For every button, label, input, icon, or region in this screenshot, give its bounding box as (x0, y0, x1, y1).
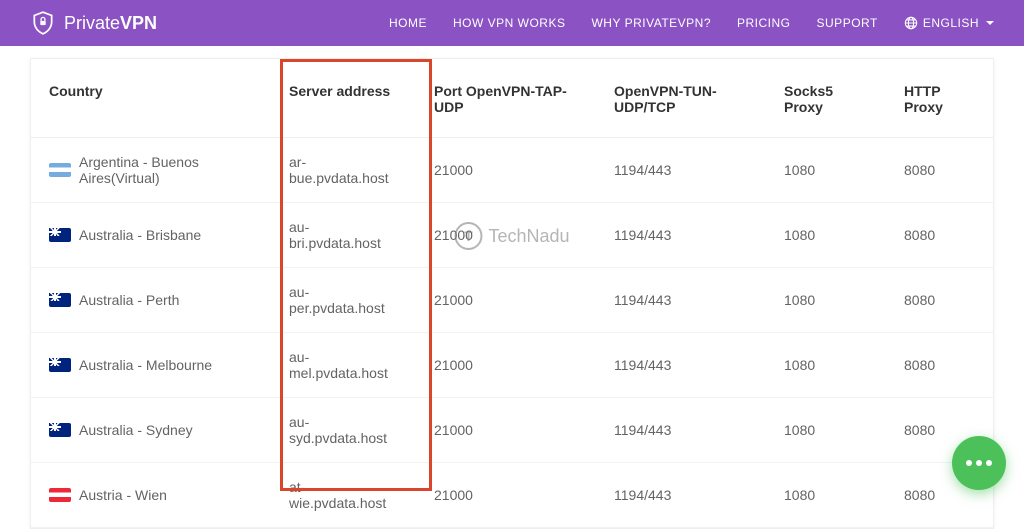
port-tun: 1194/443 (596, 203, 766, 268)
brand-name: PrivateVPN (64, 13, 157, 34)
navbar: PrivateVPN HOME HOW VPN WORKS WHY PRIVAT… (0, 0, 1024, 46)
language-label: ENGLISH (923, 16, 979, 30)
country-cell: Australia - Brisbane (49, 227, 253, 243)
server-address: au-per.pvdata.host (271, 268, 416, 333)
port-tap: 21000 (416, 268, 596, 333)
flag-icon (49, 228, 71, 242)
table-row: Australia - Perth au-per.pvdata.host21000… (31, 268, 993, 333)
flag-icon (49, 163, 71, 177)
header-http: HTTP Proxy (886, 59, 993, 138)
nav-support[interactable]: SUPPORT (817, 16, 878, 30)
http-proxy: 8080 (886, 268, 993, 333)
chevron-down-icon (986, 21, 994, 25)
nav-links: HOME HOW VPN WORKS WHY PRIVATEVPN? PRICI… (389, 16, 994, 30)
globe-icon (904, 16, 918, 30)
header-socks: Socks5 Proxy (766, 59, 886, 138)
flag-icon (49, 358, 71, 372)
server-address: au-bri.pvdata.host (271, 203, 416, 268)
brand-logo[interactable]: PrivateVPN (30, 10, 157, 36)
table-row: Australia - Brisbane au-bri.pvdata.host21… (31, 203, 993, 268)
port-tap: 21000 (416, 463, 596, 528)
nav-how[interactable]: HOW VPN WORKS (453, 16, 566, 30)
server-table-card: Country Server address Port OpenVPN-TAP-… (30, 58, 994, 529)
socks-proxy: 1080 (766, 398, 886, 463)
table-row: Austria - Wien at-wie.pvdata.host21000119… (31, 463, 993, 528)
header-tun: OpenVPN-TUN-UDP/TCP (596, 59, 766, 138)
flag-icon (49, 423, 71, 437)
server-address: au-mel.pvdata.host (271, 333, 416, 398)
http-proxy: 8080 (886, 138, 993, 203)
header-country: Country (31, 59, 271, 138)
socks-proxy: 1080 (766, 463, 886, 528)
country-cell: Argentina - Buenos Aires(Virtual) (49, 154, 253, 186)
port-tun: 1194/443 (596, 398, 766, 463)
nav-pricing[interactable]: PRICING (737, 16, 791, 30)
language-selector[interactable]: ENGLISH (904, 16, 994, 30)
port-tap: 21000 (416, 138, 596, 203)
socks-proxy: 1080 (766, 203, 886, 268)
country-name: Argentina - Buenos Aires(Virtual) (79, 154, 253, 186)
port-tun: 1194/443 (596, 463, 766, 528)
server-address: au-syd.pvdata.host (271, 398, 416, 463)
port-tun: 1194/443 (596, 333, 766, 398)
header-tap: Port OpenVPN-TAP-UDP (416, 59, 596, 138)
nav-home[interactable]: HOME (389, 16, 427, 30)
country-name: Australia - Sydney (79, 422, 193, 438)
port-tun: 1194/443 (596, 268, 766, 333)
port-tap: 21000 (416, 333, 596, 398)
flag-icon (49, 488, 71, 502)
chat-button[interactable] (952, 436, 1006, 490)
table-row: Australia - Sydney au-syd.pvdata.host2100… (31, 398, 993, 463)
country-name: Austria - Wien (79, 487, 167, 503)
nav-why[interactable]: WHY PRIVATEVPN? (591, 16, 711, 30)
country-name: Australia - Brisbane (79, 227, 201, 243)
http-proxy: 8080 (886, 333, 993, 398)
server-address: ar-bue.pvdata.host (271, 138, 416, 203)
server-table: Country Server address Port OpenVPN-TAP-… (31, 59, 993, 528)
port-tap: 21000 (416, 398, 596, 463)
port-tap: 21000 (416, 203, 596, 268)
country-cell: Australia - Perth (49, 292, 253, 308)
server-address: at-wie.pvdata.host (271, 463, 416, 528)
table-row: Argentina - Buenos Aires(Virtual) ar-bue.… (31, 138, 993, 203)
country-name: Australia - Melbourne (79, 357, 212, 373)
country-cell: Austria - Wien (49, 487, 253, 503)
chat-icon (966, 460, 992, 466)
shield-icon (30, 10, 56, 36)
socks-proxy: 1080 (766, 333, 886, 398)
country-name: Australia - Perth (79, 292, 179, 308)
table-row: Australia - Melbourne au-mel.pvdata.host2… (31, 333, 993, 398)
socks-proxy: 1080 (766, 268, 886, 333)
flag-icon (49, 293, 71, 307)
country-cell: Australia - Melbourne (49, 357, 253, 373)
port-tun: 1194/443 (596, 138, 766, 203)
http-proxy: 8080 (886, 203, 993, 268)
header-server: Server address (271, 59, 416, 138)
socks-proxy: 1080 (766, 138, 886, 203)
country-cell: Australia - Sydney (49, 422, 253, 438)
